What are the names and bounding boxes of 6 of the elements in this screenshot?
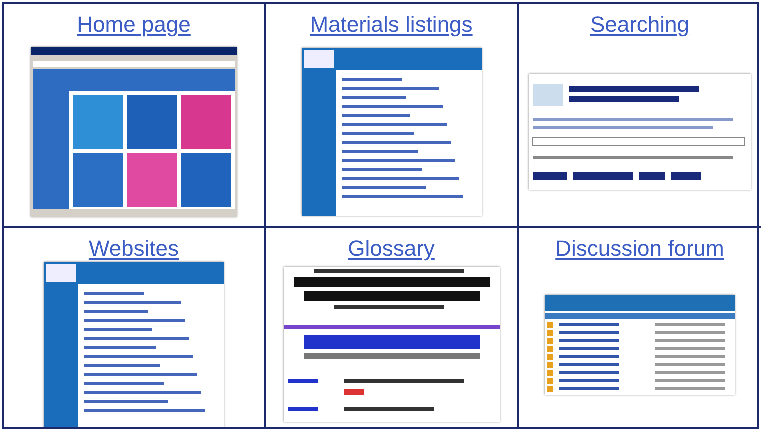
- page-link[interactable]: Glossary: [348, 236, 435, 262]
- page-link[interactable]: Searching: [590, 12, 690, 38]
- page-link[interactable]: Websites: [88, 236, 180, 262]
- page-link[interactable]: Materials listings: [310, 12, 473, 38]
- page-link[interactable]: Home page: [77, 12, 191, 38]
- page-link[interactable]: Discussion forum: [556, 236, 724, 262]
